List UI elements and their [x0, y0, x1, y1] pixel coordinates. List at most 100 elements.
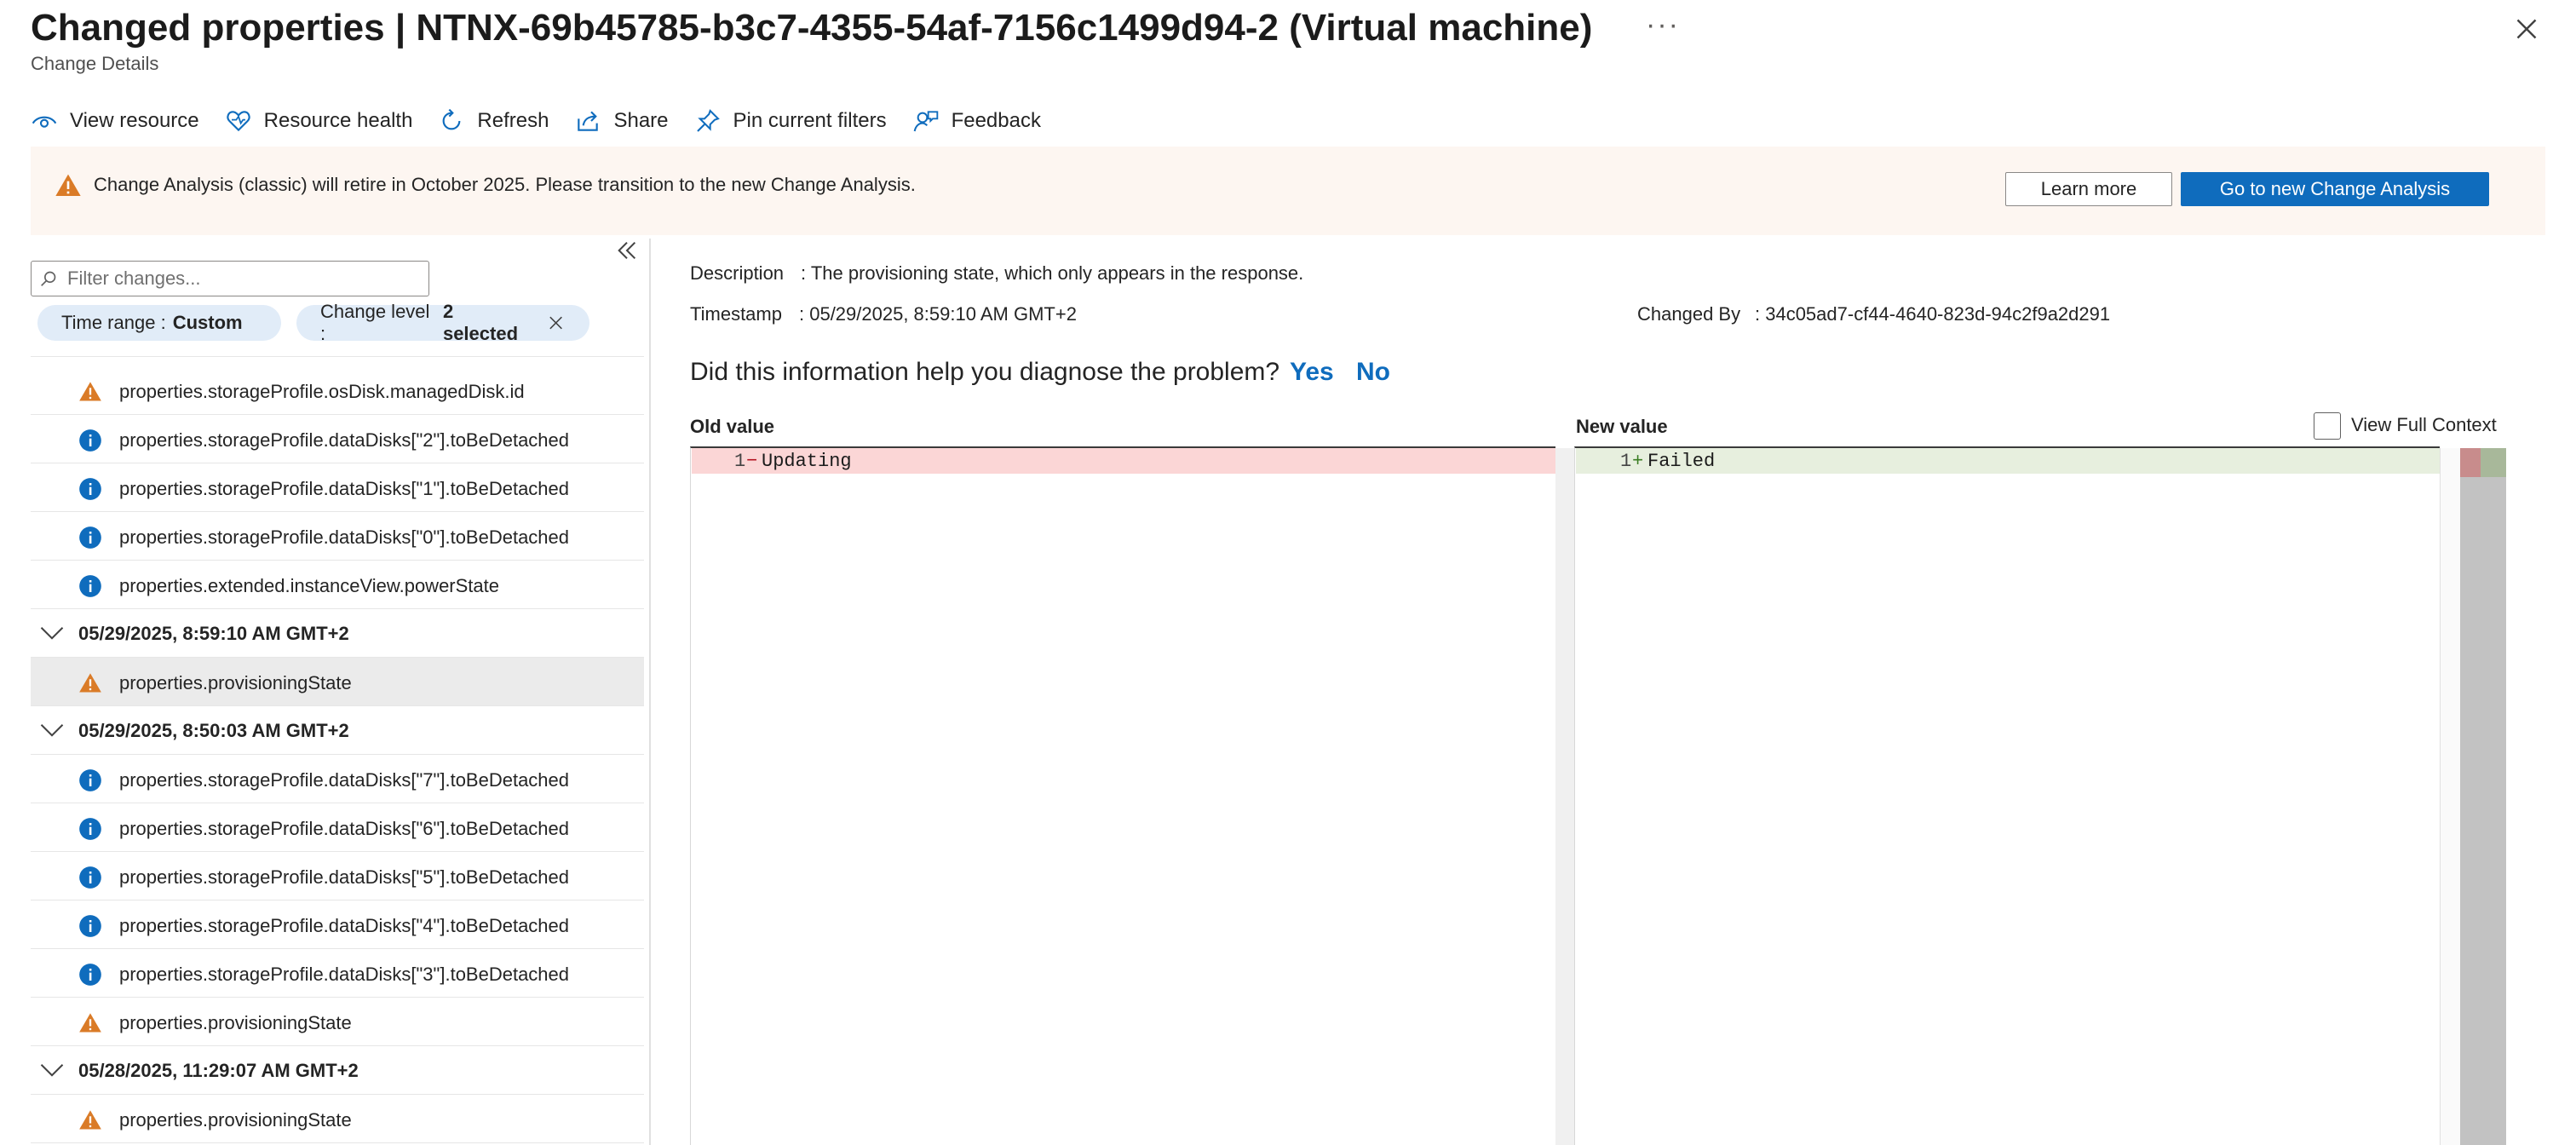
timestamp-label: Timestamp	[690, 303, 782, 325]
view-full-context-label[interactable]: View Full Context	[2351, 414, 2497, 436]
learn-more-button[interactable]: Learn more	[2005, 172, 2172, 206]
yes-link[interactable]: Yes	[1290, 358, 1334, 387]
change-level-label: Change level :	[320, 301, 430, 344]
list-item-label: properties.storageProfile.dataDisks["7"]…	[119, 769, 570, 791]
list-item[interactable]: properties.storageProfile.dataDisks["0"]…	[31, 512, 644, 561]
old-value-editor[interactable]	[690, 446, 1555, 1145]
warning-icon	[79, 1013, 101, 1033]
old-value-code: Updating	[762, 451, 852, 472]
page-title: Changed properties | NTNX-69b45785-b3c7-…	[31, 7, 1593, 49]
list-item[interactable]: properties.storageProfile.dataDisks["2"]…	[31, 415, 644, 463]
list-item[interactable]: properties.extended.instanceView.powerSt…	[31, 561, 644, 609]
list-item-label: properties.provisioningState	[119, 672, 352, 693]
pin-filters-button[interactable]: Pin current filters	[694, 107, 887, 135]
feedback-question: Did this information help you diagnose t…	[690, 358, 1280, 386]
share-button[interactable]: Share	[574, 107, 669, 135]
share-icon	[578, 111, 599, 131]
change-group-header[interactable]: 05/28/2025, 11:29:07 AM GMT+2	[31, 1046, 644, 1095]
command-bar: View resource Resource health Refresh Sh…	[31, 104, 1067, 138]
info-icon	[79, 769, 101, 791]
warning-icon	[79, 1110, 101, 1130]
editor-minimap	[2440, 448, 2460, 1145]
added-marker: +	[1632, 451, 1644, 472]
info-icon	[79, 866, 101, 889]
filter-changes-input[interactable]	[66, 265, 418, 292]
editor-gutter	[1555, 448, 1576, 1145]
eye-icon	[32, 116, 57, 128]
change-group-header[interactable]: 05/29/2025, 8:59:10 AM GMT+2	[31, 609, 644, 658]
feedback-button[interactable]: Feedback	[912, 107, 1041, 135]
list-item[interactable]: properties.storageProfile.dataDisks["7"]…	[31, 755, 644, 803]
info-icon	[79, 818, 101, 840]
added-marker-overview	[2481, 448, 2506, 477]
time-range-pill[interactable]: Time range : Custom	[37, 305, 281, 341]
pin-filters-label: Pin current filters	[733, 109, 887, 132]
new-value-header: New value	[1576, 416, 1668, 437]
heart-icon	[227, 111, 250, 132]
info-icon	[79, 478, 101, 500]
search-icon	[41, 271, 56, 286]
change-level-pill[interactable]: Change level : 2 selected	[296, 301, 589, 344]
list-item[interactable]: properties.storageProfile.dataDisks["4"]…	[31, 900, 644, 949]
changed-by-label: Changed By	[1637, 303, 1741, 325]
refresh-icon	[443, 108, 461, 130]
list-item[interactable]: properties.storageProfile.dataDisks["1"]…	[31, 463, 644, 512]
list-item-label: properties.storageProfile.osDisk.managed…	[119, 381, 525, 402]
refresh-button[interactable]: Refresh	[438, 107, 549, 135]
list-item[interactable]: properties.storageProfile.osDisk.managed…	[31, 366, 644, 415]
close-icon[interactable]	[2511, 14, 2542, 44]
warning-icon	[55, 174, 81, 196]
change-group-date: 05/29/2025, 8:50:03 AM GMT+2	[78, 720, 349, 741]
list-item-label: properties.storageProfile.dataDisks["3"]…	[119, 964, 570, 985]
list-item-label: properties.extended.instanceView.powerSt…	[119, 575, 499, 596]
list-item[interactable]: properties.provisioningState	[31, 1095, 644, 1143]
list-item-label: properties.storageProfile.dataDisks["4"]…	[119, 915, 570, 936]
resource-health-label: Resource health	[263, 109, 413, 132]
removed-marker-overview	[2460, 448, 2481, 477]
line-number: 1	[1620, 451, 1632, 472]
view-resource-button[interactable]: View resource	[31, 107, 199, 135]
collapse-panel-icon[interactable]	[613, 237, 641, 264]
banner-message: Change Analysis (classic) will retire in…	[94, 174, 916, 195]
go-to-new-change-analysis-button[interactable]: Go to new Change Analysis	[2181, 172, 2489, 206]
chevron-down-icon	[40, 1064, 64, 1077]
list-item[interactable]: properties.storageProfile.dataDisks["6"]…	[31, 803, 644, 852]
page-subtitle: Change Details	[31, 53, 159, 74]
list-item-selected[interactable]: properties.provisioningState	[31, 658, 644, 706]
more-options-icon[interactable]: ···	[1646, 9, 1680, 42]
info-icon	[79, 964, 101, 986]
chevron-down-icon	[40, 627, 64, 640]
added-line: 1 + Failed	[1576, 448, 2440, 474]
list-item-label: properties.storageProfile.dataDisks["2"]…	[119, 429, 570, 451]
changes-list: properties.storageProfile.osDisk.managed…	[31, 351, 644, 1145]
resource-health-button[interactable]: Resource health	[225, 107, 413, 135]
list-item-label: properties.storageProfile.dataDisks["5"]…	[119, 866, 570, 888]
feedback-label: Feedback	[951, 109, 1041, 132]
changed-by-value: : 34c05ad7-cf44-4640-823d-94c2f9a2d291	[1755, 303, 2111, 325]
info-icon	[79, 575, 101, 597]
info-icon	[79, 429, 101, 452]
list-item[interactable]: properties.storageProfile.dataDisks["5"]…	[31, 852, 644, 900]
panel-divider[interactable]	[649, 239, 651, 1145]
info-icon	[79, 526, 101, 549]
view-resource-label: View resource	[70, 109, 199, 132]
timestamp-value: : 05/29/2025, 8:59:10 AM GMT+2	[799, 303, 1077, 325]
clear-filter-icon[interactable]	[546, 313, 566, 333]
list-item[interactable]: properties.provisioningState	[31, 998, 644, 1046]
time-range-label: Time range :	[61, 312, 166, 333]
description-value: : The provisioning state, which only app…	[801, 262, 1304, 284]
list-item-label: properties.storageProfile.dataDisks["1"]…	[119, 478, 570, 499]
removed-line: 1 − Updating	[692, 448, 1555, 474]
no-link[interactable]: No	[1356, 358, 1390, 387]
list-item-label: properties.provisioningState	[119, 1109, 352, 1131]
new-value-code: Failed	[1647, 451, 1716, 472]
filter-changes-box[interactable]	[31, 261, 429, 296]
change-group-header[interactable]: 05/29/2025, 8:50:03 AM GMT+2	[31, 706, 644, 755]
list-item[interactable]: properties.storageProfile.dataDisks["3"]…	[31, 949, 644, 998]
list-row-divider	[31, 351, 644, 357]
new-value-editor[interactable]	[1574, 446, 2440, 1145]
diff-overview-scrollbar[interactable]	[2460, 448, 2506, 1145]
warning-icon	[79, 382, 101, 401]
view-full-context-checkbox[interactable]	[2314, 412, 2341, 440]
share-label: Share	[613, 109, 669, 132]
